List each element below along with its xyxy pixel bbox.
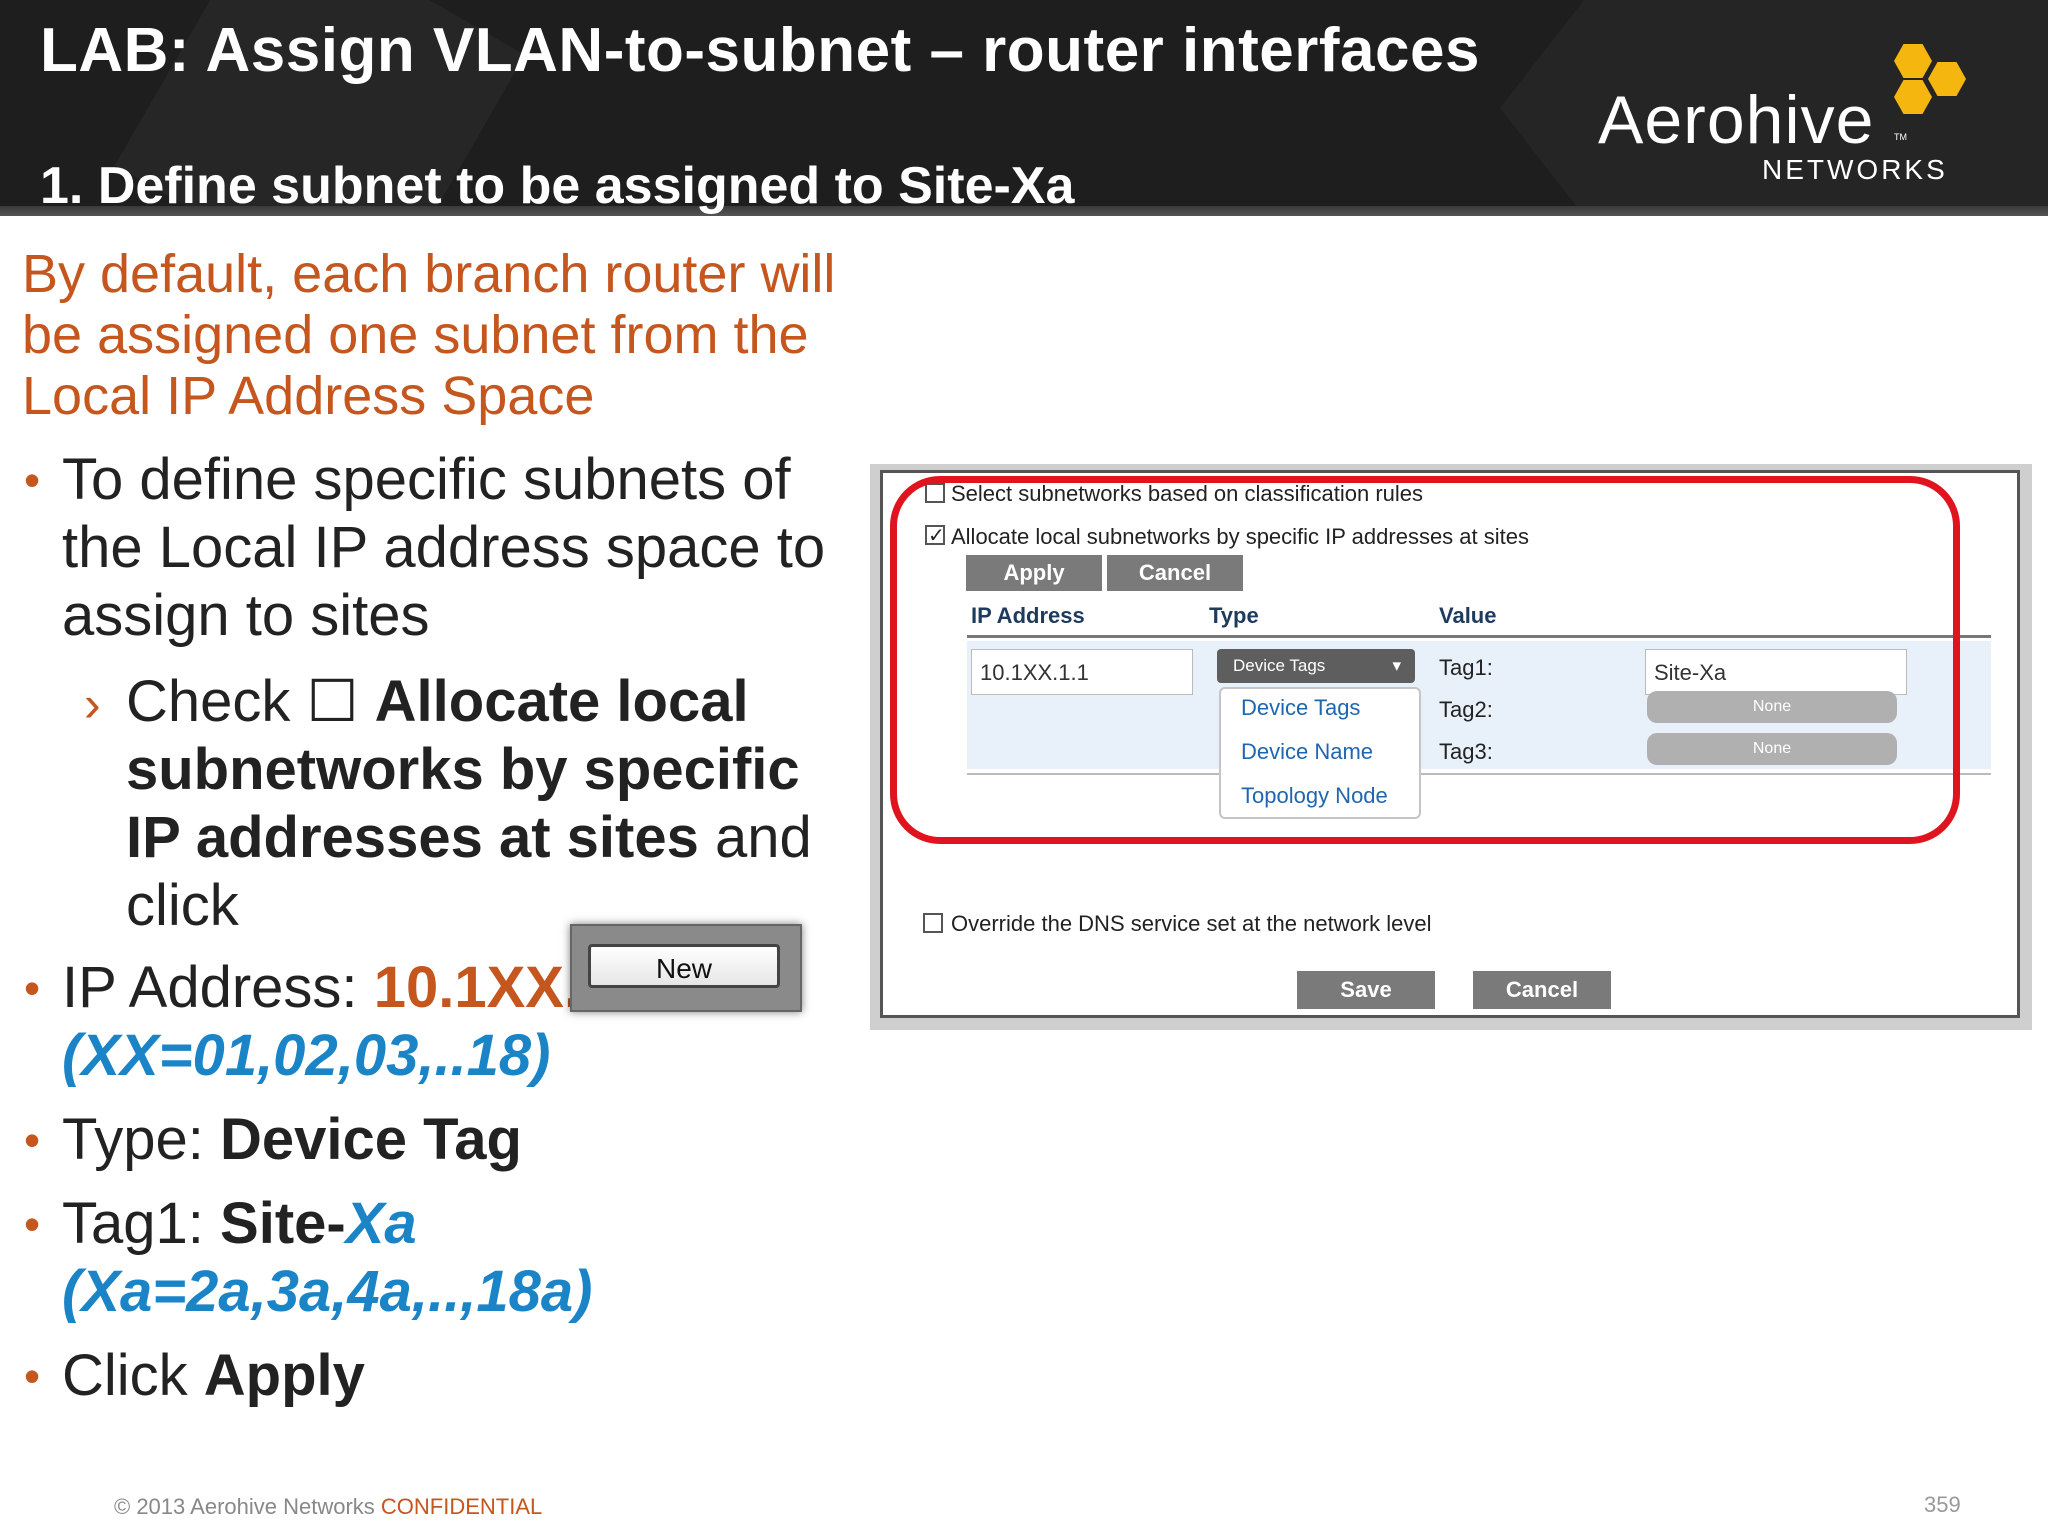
bullet-dot-icon: • xyxy=(24,1114,41,1166)
slide-title: LAB: Assign VLAN-to-subnet – router inte… xyxy=(40,16,1480,85)
ip-note: (XX=01,02,03,..18) xyxy=(62,1023,551,1088)
chevron-right-icon: › xyxy=(84,676,101,732)
footer: © 2013 Aerohive Networks CONFIDENTIAL xyxy=(114,1494,543,1519)
bullet-dot-icon: • xyxy=(24,962,41,1014)
cancel-bottom-button[interactable]: Cancel xyxy=(1473,971,1611,1009)
tag-note: (Xa=2a,3a,4a,..,18a) xyxy=(62,1259,593,1324)
page-number: 359 xyxy=(1924,1492,1961,1517)
save-button[interactable]: Save xyxy=(1297,971,1435,1009)
bullet-click-apply: • Click Apply xyxy=(24,1343,365,1408)
bullet-dot-icon: • xyxy=(24,1350,41,1402)
slide-subtitle: 1. Define subnet to be assigned to Site-… xyxy=(40,157,1075,215)
intro-text: By default, each branch router will be a… xyxy=(22,244,836,426)
bullet-tag1: • Tag1: Site-Xa xyxy=(24,1191,417,1256)
highlight-outline xyxy=(890,476,1960,844)
new-button-callout: New xyxy=(570,924,802,1012)
logo-trademark: TM xyxy=(1894,132,1907,142)
new-button[interactable]: New xyxy=(588,944,780,988)
logo-wordmark: Aerohive xyxy=(1598,82,1875,158)
bullet-dot-icon: • xyxy=(24,454,41,506)
bullet-type: • Type: Device Tag xyxy=(24,1107,522,1172)
bullet-dot-icon: • xyxy=(24,1198,41,1250)
dns-override-label: Override the DNS service set at the netw… xyxy=(951,911,1432,936)
bullet-define-subnets: • To define specific subnets of the Loca… xyxy=(24,447,826,648)
dns-override-checkbox[interactable] xyxy=(923,913,943,933)
sub-bullet-check: › Check ☐ Allocate local subnetworks by … xyxy=(84,669,812,938)
logo-subtitle: NETWORKS xyxy=(1762,154,1948,185)
